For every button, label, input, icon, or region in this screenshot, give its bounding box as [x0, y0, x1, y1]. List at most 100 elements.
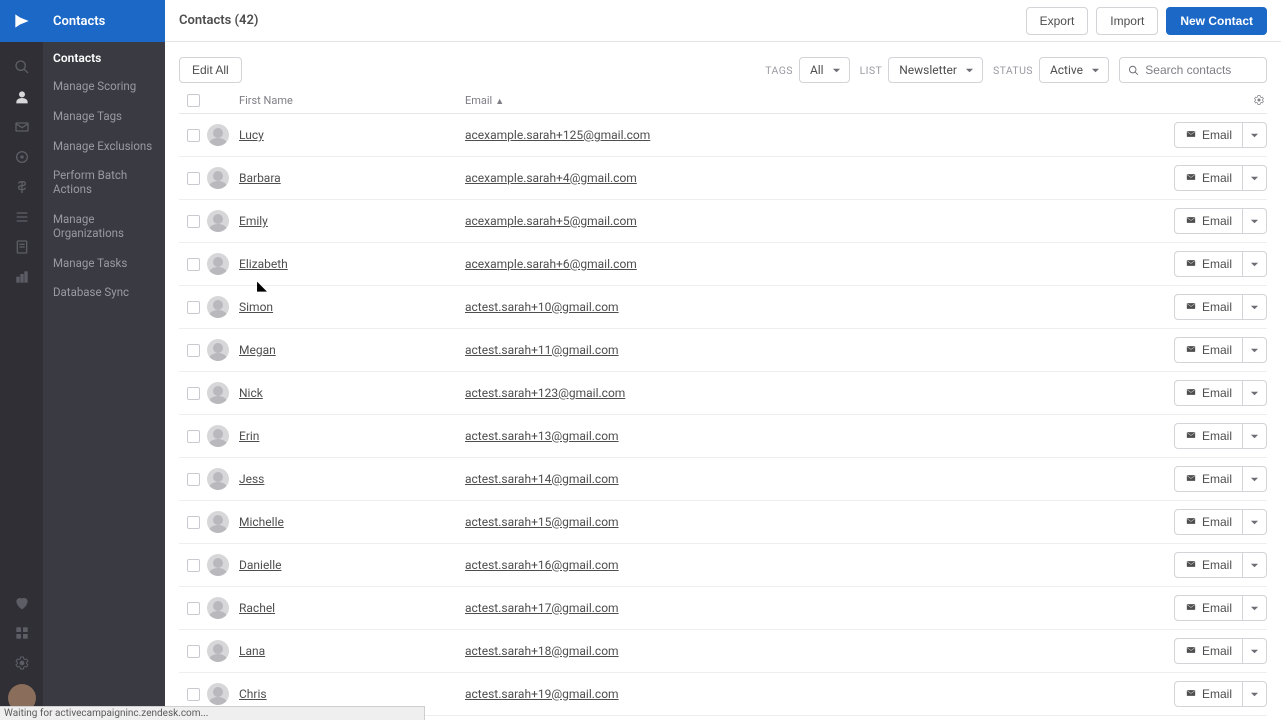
contact-email-link[interactable]: actest.sarah+16@gmail.com: [465, 558, 619, 572]
logo[interactable]: [0, 0, 43, 42]
automation-icon[interactable]: [0, 142, 43, 172]
search-input[interactable]: [1145, 63, 1258, 77]
contact-name-link[interactable]: Lucy: [239, 128, 264, 142]
contact-email-link[interactable]: actest.sarah+19@gmail.com: [465, 687, 619, 701]
lists-icon[interactable]: [0, 202, 43, 232]
col-email[interactable]: Email▲: [465, 94, 1267, 107]
sidenav-item[interactable]: Manage Scoring: [43, 72, 165, 102]
email-button[interactable]: Email: [1174, 466, 1243, 492]
row-actions-dropdown[interactable]: [1243, 466, 1267, 492]
contact-name-link[interactable]: Rachel: [239, 601, 275, 615]
row-actions-dropdown[interactable]: [1243, 122, 1267, 148]
export-button[interactable]: Export: [1026, 7, 1089, 35]
sidenav-subheader[interactable]: Contacts: [43, 44, 165, 72]
contact-name-link[interactable]: Emily: [239, 214, 268, 228]
contact-name-link[interactable]: Barbara: [239, 171, 281, 185]
mail-icon[interactable]: [0, 112, 43, 142]
table-settings-button[interactable]: [1251, 92, 1267, 108]
edit-all-button[interactable]: Edit All: [179, 57, 242, 83]
contact-email-link[interactable]: actest.sarah+17@gmail.com: [465, 601, 619, 615]
row-checkbox[interactable]: [187, 301, 200, 314]
sidenav-item[interactable]: Manage Tags: [43, 102, 165, 132]
new-contact-button[interactable]: New Contact: [1166, 7, 1267, 35]
col-first-name[interactable]: First Name: [239, 94, 465, 107]
sidenav-item[interactable]: Perform Batch Actions: [43, 161, 165, 205]
email-button[interactable]: Email: [1174, 208, 1243, 234]
contact-name-link[interactable]: Lana: [239, 644, 265, 658]
sidenav-item[interactable]: Manage Tasks: [43, 249, 165, 279]
row-actions-dropdown[interactable]: [1243, 337, 1267, 363]
email-button[interactable]: Email: [1174, 294, 1243, 320]
contact-email-link[interactable]: actest.sarah+18@gmail.com: [465, 644, 619, 658]
search-box[interactable]: [1119, 57, 1267, 83]
row-checkbox[interactable]: [187, 387, 200, 400]
email-button[interactable]: Email: [1174, 337, 1243, 363]
apps-icon[interactable]: [0, 618, 43, 648]
contact-name-link[interactable]: Megan: [239, 343, 276, 357]
search-icon[interactable]: [0, 52, 43, 82]
contact-name-link[interactable]: Jess: [239, 472, 264, 486]
settings-icon[interactable]: [0, 648, 43, 678]
row-actions-dropdown[interactable]: [1243, 208, 1267, 234]
row-actions-dropdown[interactable]: [1243, 251, 1267, 277]
email-button[interactable]: Email: [1174, 251, 1243, 277]
select-all-checkbox[interactable]: [187, 94, 200, 107]
row-checkbox[interactable]: [187, 215, 200, 228]
email-button[interactable]: Email: [1174, 122, 1243, 148]
row-checkbox[interactable]: [187, 172, 200, 185]
import-button[interactable]: Import: [1096, 7, 1158, 35]
contact-name-link[interactable]: Danielle: [239, 558, 282, 572]
contact-name-link[interactable]: Nick: [239, 386, 263, 400]
row-checkbox[interactable]: [187, 559, 200, 572]
contact-email-link[interactable]: actest.sarah+11@gmail.com: [465, 343, 619, 357]
row-actions-dropdown[interactable]: [1243, 509, 1267, 535]
row-checkbox[interactable]: [187, 473, 200, 486]
row-checkbox[interactable]: [187, 516, 200, 529]
row-checkbox[interactable]: [187, 258, 200, 271]
email-button[interactable]: Email: [1174, 509, 1243, 535]
row-checkbox[interactable]: [187, 645, 200, 658]
status-dropdown[interactable]: Active: [1039, 57, 1109, 83]
email-button[interactable]: Email: [1174, 595, 1243, 621]
row-actions-dropdown[interactable]: [1243, 681, 1267, 707]
sidenav-item[interactable]: Manage Exclusions: [43, 132, 165, 162]
contact-email-link[interactable]: actest.sarah+10@gmail.com: [465, 300, 619, 314]
contact-email-link[interactable]: actest.sarah+123@gmail.com: [465, 386, 625, 400]
contact-email-link[interactable]: actest.sarah+13@gmail.com: [465, 429, 619, 443]
row-checkbox[interactable]: [187, 129, 200, 142]
contact-email-link[interactable]: acexample.sarah+6@gmail.com: [465, 257, 637, 271]
row-actions-dropdown[interactable]: [1243, 294, 1267, 320]
deals-icon[interactable]: [0, 172, 43, 202]
contacts-icon[interactable]: [0, 82, 43, 112]
contact-email-link[interactable]: acexample.sarah+4@gmail.com: [465, 171, 637, 185]
list-dropdown[interactable]: Newsletter: [888, 57, 983, 83]
row-actions-dropdown[interactable]: [1243, 423, 1267, 449]
email-button[interactable]: Email: [1174, 552, 1243, 578]
email-button[interactable]: Email: [1174, 681, 1243, 707]
contact-name-link[interactable]: Simon: [239, 300, 273, 314]
contact-name-link[interactable]: Elizabeth: [239, 257, 288, 271]
email-button[interactable]: Email: [1174, 380, 1243, 406]
row-actions-dropdown[interactable]: [1243, 165, 1267, 191]
contact-email-link[interactable]: actest.sarah+15@gmail.com: [465, 515, 619, 529]
contact-name-link[interactable]: Chris: [239, 687, 267, 701]
email-button[interactable]: Email: [1174, 638, 1243, 664]
row-checkbox[interactable]: [187, 602, 200, 615]
sidenav-item[interactable]: Database Sync: [43, 278, 165, 308]
email-button[interactable]: Email: [1174, 423, 1243, 449]
row-checkbox[interactable]: [187, 344, 200, 357]
sidenav-item[interactable]: Manage Organizations: [43, 205, 165, 249]
heart-icon[interactable]: [0, 588, 43, 618]
row-actions-dropdown[interactable]: [1243, 638, 1267, 664]
forms-icon[interactable]: [0, 232, 43, 262]
contact-name-link[interactable]: Michelle: [239, 515, 284, 529]
row-actions-dropdown[interactable]: [1243, 595, 1267, 621]
contact-email-link[interactable]: actest.sarah+14@gmail.com: [465, 472, 619, 486]
contact-email-link[interactable]: acexample.sarah+5@gmail.com: [465, 214, 637, 228]
tags-dropdown[interactable]: All: [799, 57, 850, 83]
contact-name-link[interactable]: Erin: [239, 429, 259, 443]
row-actions-dropdown[interactable]: [1243, 380, 1267, 406]
row-checkbox[interactable]: [187, 688, 200, 701]
row-checkbox[interactable]: [187, 430, 200, 443]
contact-email-link[interactable]: acexample.sarah+125@gmail.com: [465, 128, 650, 142]
